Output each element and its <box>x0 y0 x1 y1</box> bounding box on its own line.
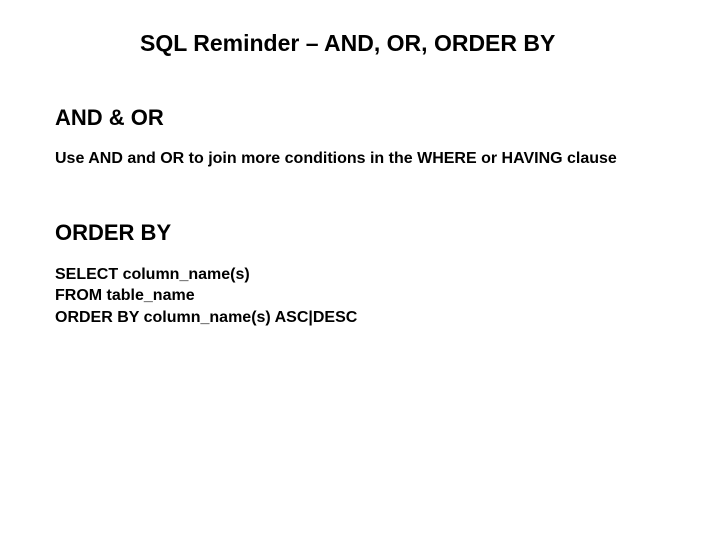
slide-container: SQL Reminder – AND, OR, ORDER BY AND & O… <box>0 0 720 540</box>
code-block-order-by: SELECT column_name(s) FROM table_name OR… <box>55 264 665 329</box>
code-line: ORDER BY column_name(s) ASC|DESC <box>55 307 665 329</box>
section-heading-order-by: ORDER BY <box>55 220 665 246</box>
code-line: SELECT column_name(s) <box>55 264 665 286</box>
section-heading-and-or: AND & OR <box>55 105 665 131</box>
slide-title: SQL Reminder – AND, OR, ORDER BY <box>55 30 665 57</box>
section-body-and-or: Use AND and OR to join more conditions i… <box>55 149 665 170</box>
code-line: FROM table_name <box>55 285 665 307</box>
